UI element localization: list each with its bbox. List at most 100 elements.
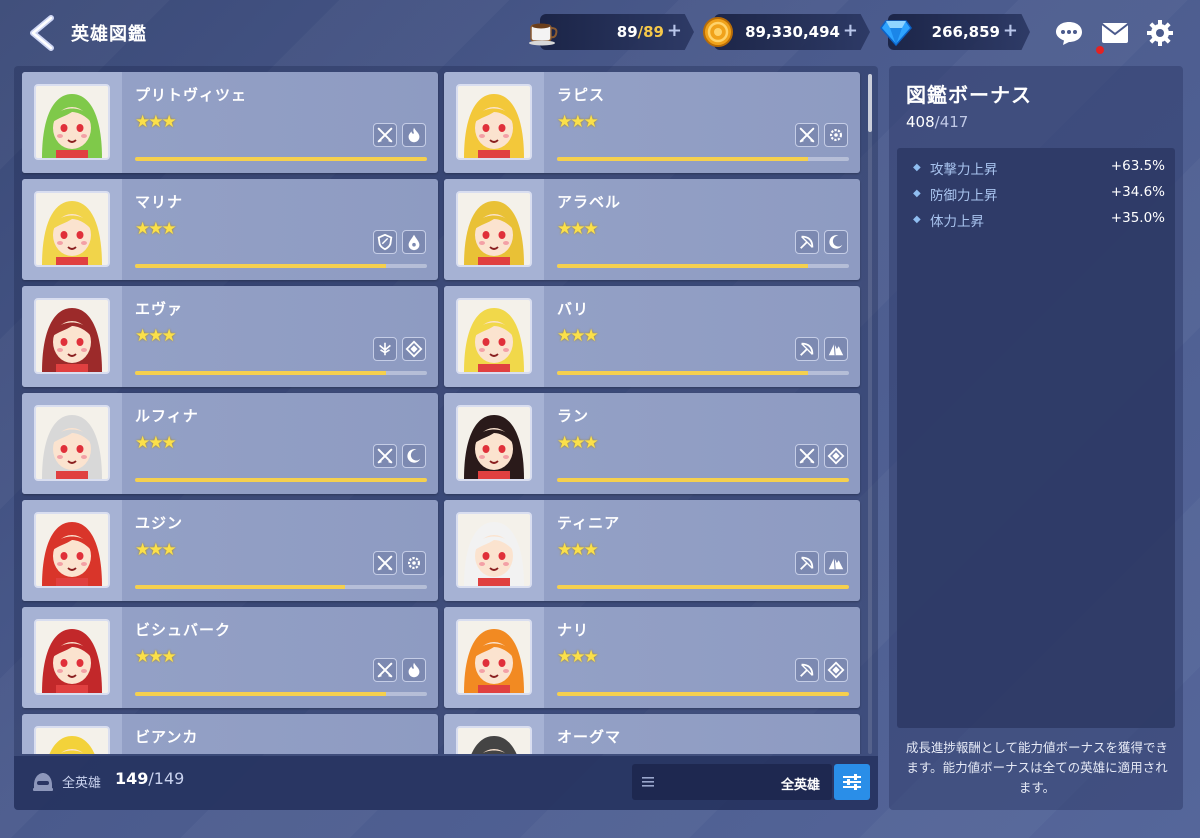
hero-name: バリ bbox=[557, 300, 590, 318]
hero-name: ナリ bbox=[557, 621, 590, 639]
settings-gear-icon[interactable] bbox=[1145, 18, 1175, 48]
hero-card[interactable]: プリトヴィツェ ★★★ bbox=[22, 72, 438, 173]
hero-portrait[interactable] bbox=[34, 405, 110, 481]
bullet-icon: ◆ bbox=[913, 188, 921, 199]
back-button[interactable] bbox=[26, 14, 60, 52]
hero-portrait[interactable] bbox=[34, 512, 110, 588]
hero-card[interactable]: アラベル ★★★ bbox=[444, 179, 860, 280]
hero-card[interactable]: ユジン ★★★ bbox=[22, 500, 438, 601]
hero-progress-fill bbox=[135, 692, 387, 696]
mail-icon[interactable] bbox=[1096, 18, 1130, 54]
hero-star-rating: ★★★ bbox=[135, 433, 177, 453]
hero-star-rating: ★★★ bbox=[557, 219, 599, 239]
water-icon bbox=[402, 230, 426, 254]
hero-portrait[interactable] bbox=[34, 84, 110, 160]
hero-card[interactable]: マリナ ★★★ bbox=[22, 179, 438, 280]
hero-count: 149/149 bbox=[115, 769, 184, 788]
gold-coin-icon bbox=[700, 14, 736, 50]
sword-icon bbox=[795, 444, 819, 468]
hero-card[interactable]: ティニア ★★★ bbox=[444, 500, 860, 601]
hero-helmet-icon bbox=[33, 773, 53, 791]
hero-portrait[interactable] bbox=[456, 512, 532, 588]
back-arrow-icon bbox=[30, 15, 54, 51]
hero-portrait-image bbox=[458, 193, 530, 265]
hero-card[interactable]: ラン ★★★ bbox=[444, 393, 860, 494]
bullet-icon: ◆ bbox=[913, 214, 921, 225]
bonus-progress-current: 408 bbox=[906, 113, 935, 131]
portrait-frame bbox=[22, 72, 122, 173]
hero-name: アラベル bbox=[557, 193, 622, 211]
hero-progress-bar bbox=[557, 264, 849, 268]
hero-filter-dropdown[interactable]: 全英雄 bbox=[632, 764, 832, 800]
hero-progress-bar bbox=[557, 371, 849, 375]
hero-card[interactable]: ナリ ★★★ bbox=[444, 607, 860, 708]
hero-star-rating: ★★★ bbox=[557, 540, 599, 560]
wing-icon bbox=[373, 337, 397, 361]
hero-card[interactable]: ラピス ★★★ bbox=[444, 72, 860, 173]
portrait-frame bbox=[444, 179, 544, 280]
bonus-row-attack: ◆ 攻撃力上昇 +63.5% bbox=[913, 158, 1165, 180]
hero-star-rating: ★★★ bbox=[557, 433, 599, 453]
hero-portrait[interactable] bbox=[456, 619, 532, 695]
sword-icon bbox=[373, 123, 397, 147]
hero-card[interactable]: ビシュバーク ★★★ bbox=[22, 607, 438, 708]
hero-portrait[interactable] bbox=[456, 298, 532, 374]
hero-portrait[interactable] bbox=[456, 726, 532, 754]
bonus-label: 体力上昇 bbox=[930, 214, 984, 230]
stamina-value: 89/89 bbox=[617, 23, 664, 41]
hero-portrait-image bbox=[458, 514, 530, 586]
portrait-frame bbox=[444, 72, 544, 173]
hero-progress-bar bbox=[135, 692, 427, 696]
hero-portrait[interactable] bbox=[34, 298, 110, 374]
list-scrollbar[interactable] bbox=[868, 74, 872, 754]
hero-portrait-image bbox=[36, 407, 108, 479]
hero-progress-bar bbox=[135, 371, 427, 375]
hero-card[interactable]: オーグマ ★★★ bbox=[444, 714, 860, 754]
diamond-icon bbox=[824, 444, 848, 468]
gold-counter[interactable]: 89,330,494 + bbox=[714, 14, 870, 50]
hero-portrait[interactable] bbox=[34, 191, 110, 267]
hero-portrait[interactable] bbox=[456, 191, 532, 267]
hero-progress-fill bbox=[557, 692, 849, 696]
hero-portrait[interactable] bbox=[34, 726, 110, 754]
stamina-counter[interactable]: 89/89 + bbox=[540, 14, 694, 50]
bonus-stats-box: ◆ 攻撃力上昇 +63.5% ◆ 防御力上昇 +34.6% ◆ 体力上昇 +35… bbox=[897, 148, 1175, 728]
hero-card[interactable]: ルフィナ ★★★ bbox=[22, 393, 438, 494]
hero-portrait-image bbox=[458, 86, 530, 158]
portrait-frame bbox=[22, 393, 122, 494]
filter-settings-button[interactable] bbox=[834, 764, 870, 800]
add-gold-icon[interactable]: + bbox=[843, 20, 858, 41]
add-gem-icon[interactable]: + bbox=[1003, 20, 1018, 41]
hero-star-rating: ★★★ bbox=[135, 647, 177, 667]
hero-portrait[interactable] bbox=[34, 619, 110, 695]
portrait-frame bbox=[22, 714, 122, 754]
hero-progress-bar bbox=[135, 264, 427, 268]
hero-portrait-image bbox=[36, 86, 108, 158]
filter-selected-value: 全英雄 bbox=[780, 778, 820, 793]
hero-progress-fill bbox=[557, 478, 849, 482]
hero-portrait[interactable] bbox=[456, 405, 532, 481]
sword-icon bbox=[373, 658, 397, 682]
chat-icon[interactable] bbox=[1054, 18, 1084, 48]
hero-card[interactable]: エヴァ ★★★ bbox=[22, 286, 438, 387]
hero-card[interactable]: ビアンカ ★★★ bbox=[22, 714, 438, 754]
hero-progress-fill bbox=[135, 371, 387, 375]
sword-icon bbox=[373, 551, 397, 575]
bonus-value: +34.6% bbox=[1110, 184, 1165, 200]
hero-card[interactable]: バリ ★★★ bbox=[444, 286, 860, 387]
portrait-frame bbox=[444, 286, 544, 387]
hero-progress-bar bbox=[135, 585, 427, 589]
portrait-frame bbox=[444, 393, 544, 494]
hero-portrait[interactable] bbox=[456, 84, 532, 160]
scrollbar-thumb[interactable] bbox=[868, 74, 872, 132]
hero-list[interactable]: プリトヴィツェ ★★★ ラピス ★★★ マリナ ★★★ アラベル ★★★ エヴァ… bbox=[22, 72, 862, 754]
stamina-current: 89 bbox=[616, 23, 638, 41]
hero-name: ティニア bbox=[557, 514, 621, 532]
hero-portrait-image bbox=[458, 728, 530, 754]
hero-progress-fill bbox=[135, 264, 387, 268]
add-stamina-icon[interactable]: + bbox=[667, 20, 682, 41]
sliders-icon bbox=[843, 774, 861, 790]
portrait-frame bbox=[22, 179, 122, 280]
hero-star-rating: ★★★ bbox=[135, 112, 177, 132]
hero-progress-fill bbox=[135, 585, 346, 589]
